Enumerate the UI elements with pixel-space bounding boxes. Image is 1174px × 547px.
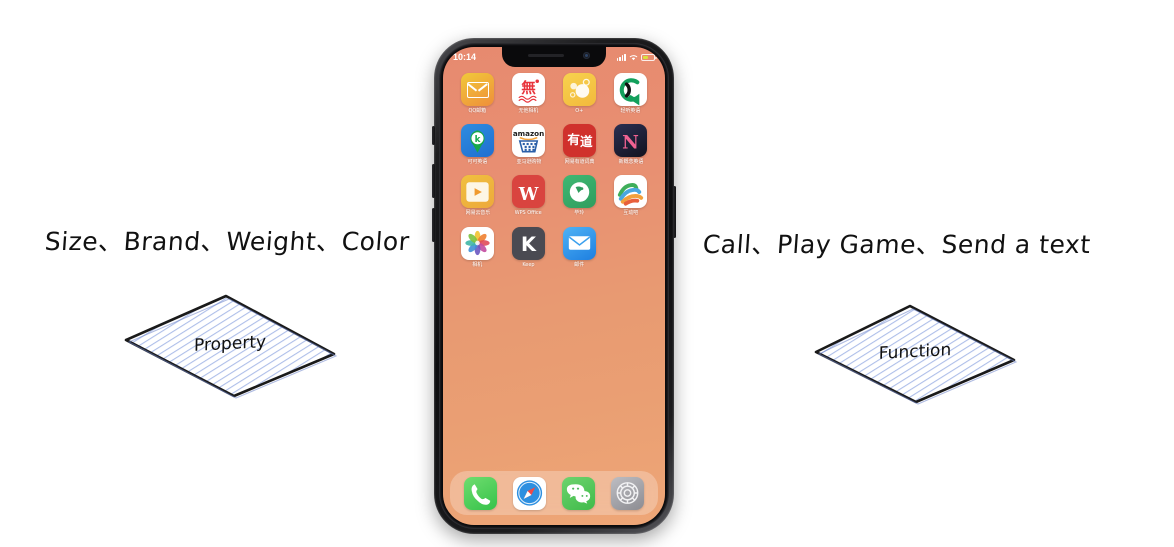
app-label: 新概念英语 (618, 159, 643, 166)
app-label: 相机 (472, 261, 483, 268)
app-label: 无他相机 (518, 108, 539, 114)
app-new-concept-english[interactable]: N 新概念英语 (605, 124, 656, 165)
smartphone-mockup: 10:14 QQ邮箱 無 无他相机 O+ 轻听英语 k 可可英语 amazon … (432, 38, 676, 534)
svg-text:amazon: amazon (513, 129, 544, 138)
qq-mail-icon[interactable] (461, 73, 494, 106)
svg-text:道: 道 (580, 134, 593, 149)
svg-text:k: k (475, 135, 481, 145)
app-row: 相机 K Keep 邮件 (452, 226, 656, 268)
notch (502, 47, 606, 67)
keep-icon[interactable]: K (512, 226, 545, 260)
earpiece-speaker-icon (528, 54, 564, 57)
app-label: 网易云音乐 (465, 210, 490, 217)
mail-icon[interactable] (563, 226, 596, 260)
status-bar-time: 10:14 (453, 52, 477, 62)
volume-down-button[interactable] (432, 208, 435, 242)
property-annotation-text: Size、Brand、Weight、Color (43, 227, 411, 256)
app-label: 互动吧 (623, 210, 638, 217)
music-play-icon[interactable] (461, 175, 494, 209)
phone-screen: 10:14 QQ邮箱 無 无他相机 O+ 轻听英语 k 可可英语 amazon … (443, 47, 665, 525)
wuta-camera-icon[interactable]: 無 (512, 73, 545, 106)
app-empty-slot (605, 227, 656, 268)
svg-text:W: W (518, 185, 539, 205)
app-label: 可可英语 (467, 159, 488, 166)
app-qingting-english[interactable]: 轻听英语 (605, 73, 656, 114)
app-netease-music[interactable]: 网易云音乐 (452, 175, 503, 216)
function-diamond-shape: Function (812, 302, 1018, 406)
phone-icon[interactable] (464, 476, 497, 510)
app-label: QQ邮箱 (468, 108, 487, 114)
svg-text:K: K (521, 233, 537, 256)
app-o-plus[interactable]: O+ (554, 73, 605, 114)
amazon-icon[interactable]: amazon (512, 124, 545, 158)
app-label: 邮件 (574, 261, 585, 268)
hudongba-icon[interactable] (614, 175, 647, 209)
youdao-dictionary-icon[interactable]: 有 道 (563, 124, 596, 158)
property-diamond-shape: Property (122, 292, 338, 400)
settings-icon[interactable] (611, 476, 644, 510)
app-grid: QQ邮箱 無 无他相机 O+ 轻听英语 k 可可英语 amazon 亚马逊购物 … (443, 73, 665, 278)
o-plus-icon[interactable] (563, 73, 596, 106)
function-annotation-text: Call、Play Game、Send a text (701, 230, 1092, 259)
app-label: 亚马逊购物 (516, 159, 541, 166)
photos-icon[interactable] (461, 226, 494, 260)
qingting-english-icon[interactable] (614, 73, 647, 106)
battery-icon (641, 53, 657, 61)
safari-icon[interactable] (513, 476, 546, 510)
app-row: k 可可英语 amazon 亚马逊购物 有 道 网易有道词典 N 新概念英语 (452, 124, 656, 165)
app-biling[interactable]: 毕玲 (554, 175, 605, 216)
volume-up-button[interactable] (432, 164, 435, 198)
app-keep[interactable]: K Keep (503, 226, 554, 268)
status-bar-indicators (616, 53, 657, 61)
app-hudongba[interactable]: 互动吧 (605, 175, 656, 216)
app-label: O+ (575, 108, 584, 114)
svg-text:N: N (622, 132, 639, 153)
app-youdao-dictionary[interactable]: 有 道 网易有道词典 (554, 124, 605, 165)
app-wps-office[interactable]: W WPS Office (503, 175, 554, 216)
app-wuta-camera[interactable]: 無 无他相机 (503, 73, 554, 114)
app-label: 毕玲 (574, 210, 585, 217)
app-label: 网易有道词典 (564, 159, 595, 166)
biling-icon[interactable] (563, 175, 596, 209)
app-kekenet-english[interactable]: k 可可英语 (452, 124, 503, 165)
app-label: Keep (522, 261, 535, 268)
app-label: 轻听英语 (620, 108, 641, 114)
kekenet-english-icon[interactable]: k (461, 124, 494, 158)
cellular-signal-icon (616, 53, 626, 61)
netflix-style-n-icon[interactable]: N (614, 124, 647, 158)
app-row: 网易云音乐 W WPS Office 毕玲 互动吧 (452, 175, 656, 216)
front-camera-icon (583, 52, 590, 59)
svg-text:無: 無 (521, 78, 536, 96)
app-qq-mail[interactable]: QQ邮箱 (452, 73, 503, 114)
app-label: WPS Office (515, 210, 542, 217)
svg-text:有: 有 (567, 132, 580, 147)
app-photos[interactable]: 相机 (452, 226, 503, 268)
power-button[interactable] (673, 186, 676, 238)
wps-office-icon[interactable]: W (512, 175, 545, 209)
dock (450, 471, 658, 515)
app-mail[interactable]: 邮件 (554, 226, 605, 268)
app-row: QQ邮箱 無 无他相机 O+ 轻听英语 (452, 73, 656, 114)
wifi-icon (629, 54, 638, 60)
wechat-icon[interactable] (562, 476, 595, 510)
silent-switch[interactable] (432, 126, 435, 145)
app-amazon[interactable]: amazon 亚马逊购物 (503, 124, 554, 165)
